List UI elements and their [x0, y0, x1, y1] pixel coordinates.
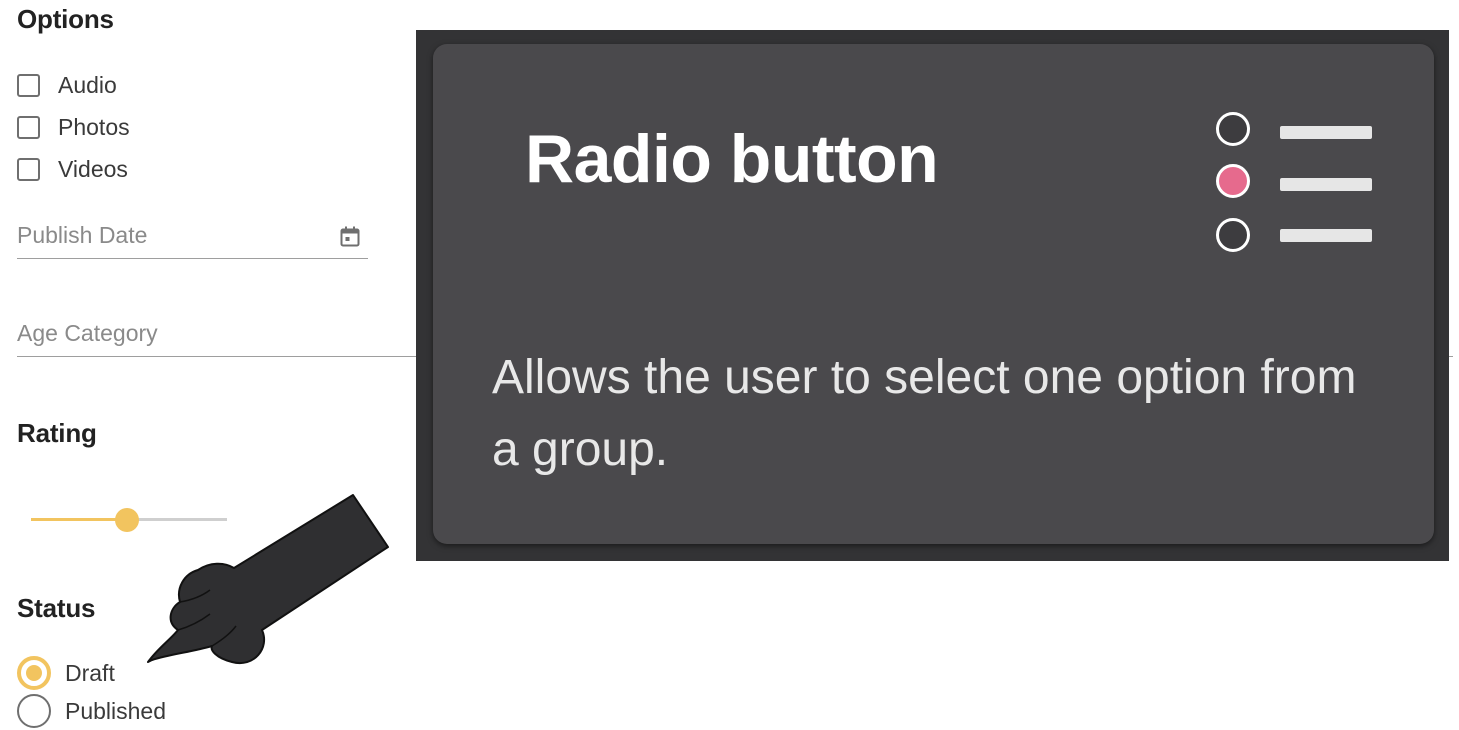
- audio-label: Audio: [58, 71, 117, 98]
- tooltip-description: Allows the user to select one option fro…: [492, 351, 1357, 476]
- rating-title: Rating: [17, 418, 97, 448]
- videos-label: Videos: [58, 155, 128, 182]
- status-option-draft[interactable]: Draft: [17, 655, 115, 691]
- options-title: Options: [17, 4, 114, 34]
- videos-checkbox[interactable]: [17, 157, 40, 181]
- option-photos[interactable]: Photos: [17, 112, 130, 142]
- status-option-published[interactable]: Published: [17, 693, 166, 729]
- published-radio[interactable]: [17, 694, 51, 728]
- deco-radio-2: [1216, 164, 1250, 198]
- status-title: Status: [17, 593, 96, 623]
- publish-date-placeholder: Publish Date: [17, 222, 148, 248]
- draft-label: Draft: [65, 659, 115, 686]
- option-audio[interactable]: Audio: [17, 70, 117, 100]
- publish-date-field[interactable]: Publish Date: [17, 214, 368, 259]
- tooltip-title: Radio button: [525, 121, 939, 197]
- photos-checkbox[interactable]: [17, 115, 40, 139]
- deco-radio-1: [1216, 112, 1250, 146]
- rating-slider-thumb[interactable]: [115, 508, 139, 532]
- deco-line-3: [1280, 229, 1372, 242]
- option-videos[interactable]: Videos: [17, 154, 128, 184]
- pointing-hand-icon: [147, 494, 389, 665]
- radio-list-icon: [1216, 112, 1376, 254]
- draft-radio[interactable]: [17, 656, 51, 690]
- calendar-icon[interactable]: [340, 226, 360, 248]
- published-label: Published: [65, 697, 167, 724]
- deco-line-1: [1280, 126, 1372, 139]
- deco-line-2: [1280, 178, 1372, 191]
- photos-label: Photos: [58, 113, 130, 140]
- age-category-placeholder: Age Category: [17, 320, 158, 346]
- audio-checkbox[interactable]: [17, 73, 40, 97]
- deco-radio-3: [1216, 218, 1250, 252]
- rating-slider-fill: [31, 518, 127, 521]
